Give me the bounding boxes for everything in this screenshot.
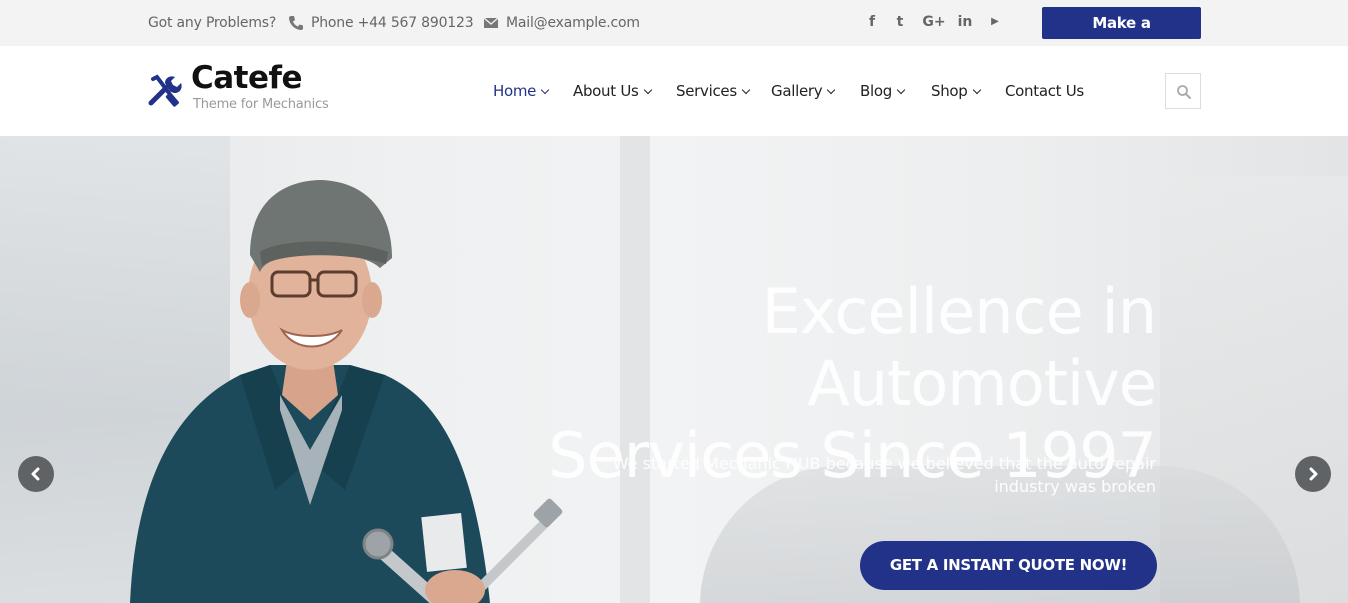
nav-label: Blog	[860, 82, 892, 100]
email-link[interactable]: Mail@example.com	[506, 15, 640, 31]
wrench-screwdriver-logo-icon[interactable]	[147, 73, 185, 111]
hero-subtitle-line: industry was broken	[994, 477, 1156, 496]
chevron-down-icon	[741, 85, 751, 95]
twitter-icon[interactable]: t	[891, 13, 909, 31]
hero-subtitle: We started Mechanic HUB because we belie…	[600, 452, 1156, 498]
search-icon	[1177, 85, 1191, 99]
hero-title-line: Excellence in Automotive	[761, 275, 1157, 420]
nav-label: Shop	[931, 82, 968, 100]
instant-quote-button[interactable]: GET A INSTANT QUOTE NOW!	[860, 541, 1157, 590]
nav-blog[interactable]: Blog	[860, 82, 906, 100]
brand-tagline: Theme for Mechanics	[193, 97, 329, 112]
nav-gallery[interactable]: Gallery	[771, 82, 836, 100]
brand-name[interactable]: Catefe	[191, 60, 303, 96]
nav-services[interactable]: Services	[676, 82, 751, 100]
slider-prev-button[interactable]	[18, 456, 54, 492]
chevron-left-icon	[31, 467, 40, 481]
hero-slider: Excellence in Automotive Services Since …	[0, 136, 1348, 603]
make-appointment-button[interactable]: Make a Appoinment	[1042, 7, 1201, 64]
phone-icon	[289, 16, 303, 30]
google-plus-icon[interactable]: G+	[922, 13, 946, 31]
phone-text: Phone +44 567 890123	[311, 15, 474, 31]
nav-about-us[interactable]: About Us	[573, 82, 652, 100]
chevron-down-icon	[540, 85, 550, 95]
nav-label: Services	[676, 82, 737, 100]
nav-home[interactable]: Home	[493, 82, 550, 100]
chevron-down-icon	[972, 85, 981, 95]
nav-label: Contact Us	[1005, 82, 1084, 100]
linkedin-icon[interactable]: in	[955, 13, 975, 31]
facebook-icon[interactable]: f	[863, 13, 881, 31]
nav-contact-us[interactable]: Contact Us	[1005, 82, 1084, 100]
nav-label: Gallery	[771, 82, 823, 100]
slider-next-button[interactable]	[1295, 456, 1331, 492]
nav-label: Home	[493, 82, 537, 100]
youtube-icon[interactable]: ▶	[986, 13, 1004, 31]
chevron-down-icon	[643, 85, 652, 95]
nav-shop[interactable]: Shop	[931, 82, 981, 100]
chevron-right-icon	[1309, 467, 1318, 481]
chevron-down-icon	[827, 85, 836, 95]
hero-subtitle-line: We started Mechanic HUB because we belie…	[612, 454, 1156, 473]
top-bar: Got any Problems? Phone +44 567 890123 M…	[0, 0, 1348, 64]
search-button[interactable]	[1165, 73, 1201, 109]
problems-text: Got any Problems?	[148, 15, 277, 31]
envelope-icon	[483, 17, 499, 28]
main-header: Catefe Theme for Mechanics Home About Us…	[0, 46, 1348, 136]
nav-label: About Us	[573, 82, 639, 100]
chevron-down-icon	[896, 85, 906, 95]
